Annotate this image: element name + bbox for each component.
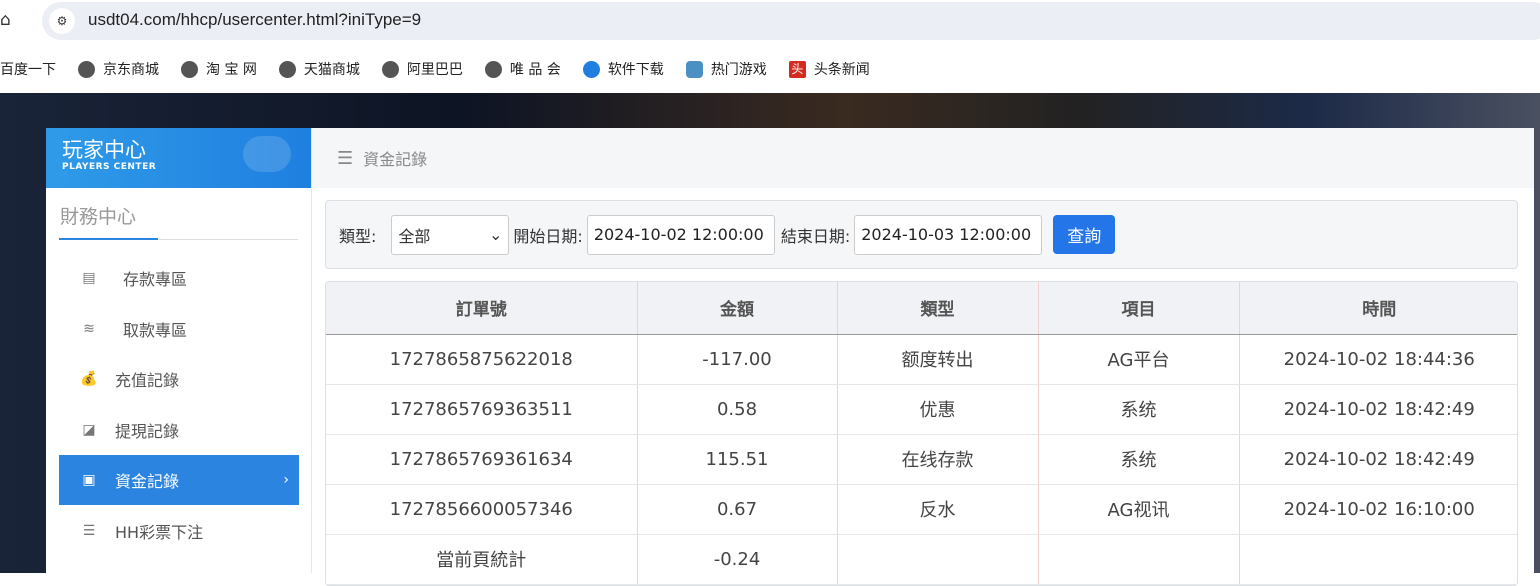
sidebar-item[interactable]: ◪ 提現記錄 — [59, 405, 299, 455]
money-bag-icon: 💰 — [80, 371, 98, 387]
site-settings-icon[interactable]: ⚙ — [49, 8, 75, 34]
table-row: 1727856600057346 0.67 反水 AG视讯 2024-10-02 16:… — [326, 484, 1517, 535]
bookmark[interactable]: 天猫商城 — [278, 59, 360, 79]
list-icon: ☰ — [82, 522, 96, 539]
bookmark[interactable]: 唯 品 会 — [484, 59, 561, 79]
summary-row: 當前頁統計 -0.24 — [326, 534, 1517, 585]
browser-toolbar: ⌂ ⚙ usdt04.com/hhcp/usercenter.html?iniT… — [0, 0, 1540, 42]
sidebar-item[interactable]: ▤ 存款專區 — [59, 253, 299, 303]
column-header[interactable]: 金額 — [637, 282, 838, 335]
query-button[interactable]: 查詢 — [1053, 215, 1116, 254]
table-row: 1727865875622018 -117.00 额度转出 AG平台 2024-10-0… — [326, 334, 1517, 385]
sidebar-item[interactable]: 💰 充值記錄 — [59, 354, 299, 404]
address-bar[interactable]: ⚙ usdt04.com/hhcp/usercenter.html?iniTyp… — [42, 2, 1540, 40]
safe-icon: ▣ — [82, 472, 96, 488]
bookmark[interactable]: 软件下载 — [582, 59, 664, 79]
breadcrumb: ☰ 資金記錄 — [312, 128, 1534, 188]
home-icon[interactable]: ⌂ — [0, 10, 18, 30]
players-center-logo: 玩家中心 PLAYERS CENTER — [46, 128, 311, 188]
bookmark[interactable]: 头头条新闻 — [788, 59, 870, 79]
globe-icon — [484, 60, 502, 78]
start-date-input[interactable]: 2024-10-02 12:00:00 — [586, 214, 775, 255]
globe-icon — [381, 60, 399, 78]
sidebar: 玩家中心 PLAYERS CENTER 財務中心 ▤ 存款專區 ≋ 取款專區 💰 充值記錄… — [46, 128, 312, 573]
bookmarks-bar: 百度一下 京东商城 淘 宝 网 天猫商城 阿里巴巴 唯 品 会 软件下载 热门游戏 头头条新闻 — [0, 50, 892, 88]
bookmark[interactable]: 百度一下 — [0, 59, 56, 79]
column-header[interactable]: 時間 — [1239, 282, 1517, 335]
bookmark[interactable]: 阿里巴巴 — [381, 59, 463, 79]
hand-cash-icon: ≋ — [83, 320, 95, 337]
card-icon: ▤ — [82, 270, 96, 286]
column-header[interactable]: 訂單號 — [326, 282, 638, 335]
table-row: 1727865769361634 115.51 在线存款 系统 2024-10-02 1… — [326, 434, 1517, 485]
chevron-right-icon: › — [283, 472, 289, 488]
column-header[interactable]: 項目 — [1038, 282, 1240, 335]
filter-bar: 類型: 全部 ⌄ 開始日期: 2024-10-02 12:00:00 結束日期: … — [325, 200, 1518, 269]
sidebar-item[interactable]: ≋ 取款專區 — [59, 304, 299, 354]
bookmark[interactable]: 淘 宝 网 — [181, 59, 257, 79]
bookmark[interactable]: 京东商城 — [78, 59, 159, 79]
user-center-panel: 玩家中心 PLAYERS CENTER 財務中心 ▤ 存款專區 ≋ 取款專區 💰 充值記錄… — [46, 128, 1534, 586]
menu-icon[interactable]: ☰ — [337, 148, 353, 169]
wallet-icon: ◪ — [82, 421, 96, 438]
game-icon — [685, 60, 703, 78]
end-date-input[interactable]: 2024-10-03 12:00:00 — [854, 214, 1043, 255]
column-header[interactable]: 類型 — [837, 282, 1039, 335]
url-text[interactable]: usdt04.com/hhcp/usercenter.html?iniType=… — [88, 10, 421, 30]
table-row: 1727865769363511 0.58 优惠 系统 2024-10-02 18:42… — [326, 384, 1517, 435]
toutiao-icon: 头 — [788, 60, 806, 78]
gamepad-icon — [243, 136, 291, 172]
records-table: 訂單號 金額 類型 項目 時間 1727865875622018 -117.00 额度转出 AG… — [325, 281, 1518, 586]
type-select[interactable]: 全部 ⌄ — [391, 214, 510, 255]
download-icon — [582, 60, 600, 78]
globe-icon — [181, 60, 198, 78]
globe-icon — [78, 60, 95, 78]
sidebar-item[interactable]: ☰ HH彩票下注 — [59, 506, 299, 556]
chevron-down-icon: ⌄ — [489, 225, 503, 244]
sidebar-item[interactable]: ▣ 資金記錄 › — [59, 455, 299, 505]
section-title: 財務中心 — [59, 202, 298, 240]
globe-icon — [278, 60, 296, 78]
bookmark[interactable]: 热门游戏 — [685, 59, 767, 79]
page-title: 資金記錄 — [363, 150, 428, 169]
